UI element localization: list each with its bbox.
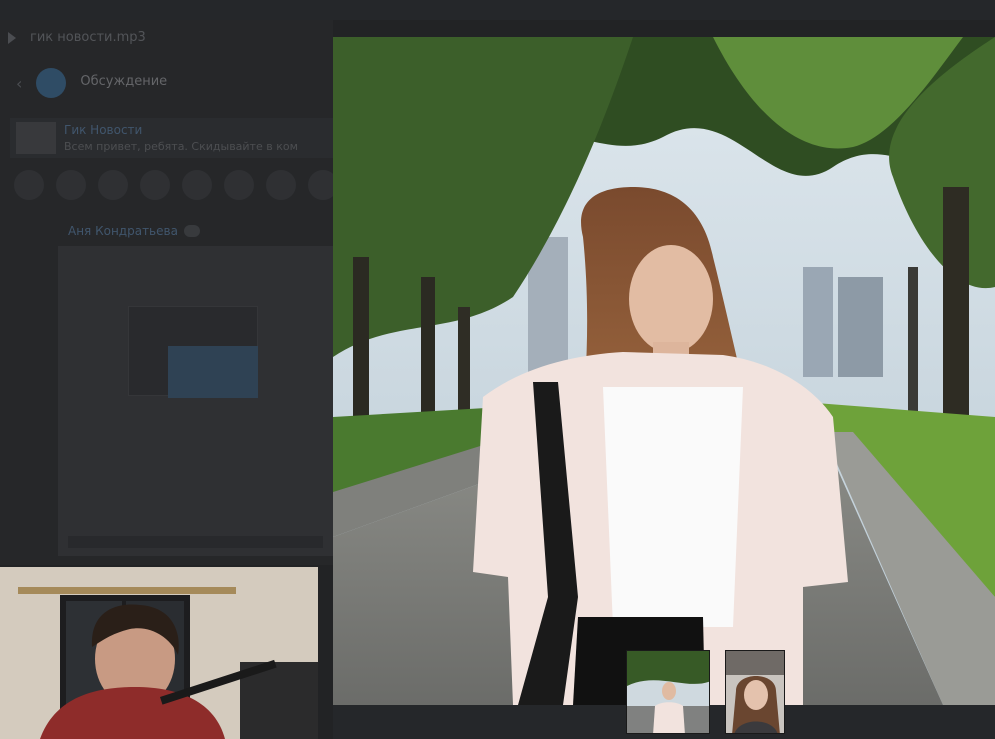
thumbnail-1-scene xyxy=(627,651,709,733)
message-author-name: Аня Кондратьева xyxy=(68,224,178,238)
thumbnail-2-scene xyxy=(726,651,784,733)
reaction-avatar[interactable] xyxy=(266,170,296,200)
chat-panel: гик новости.mp3 ‹ Обсуждение Гик Новости… xyxy=(0,20,333,565)
media-screen xyxy=(168,346,258,398)
pinned-thumbnail xyxy=(16,122,56,154)
reaction-avatar[interactable] xyxy=(98,170,128,200)
now-playing-bar[interactable]: гик новости.mp3 xyxy=(8,30,146,45)
author-badge-icon xyxy=(183,225,200,237)
main-video-scene xyxy=(333,37,995,705)
message-author[interactable]: Аня Кондратьева xyxy=(68,224,200,238)
reaction-avatar[interactable] xyxy=(14,170,44,200)
self-camera-scene xyxy=(0,567,318,739)
pinned-text: Всем привет, ребята. Скидывайте в ком xyxy=(64,140,298,153)
pinned-message[interactable]: Гик Новости Всем привет, ребята. Скидыва… xyxy=(10,118,333,158)
top-bar xyxy=(0,0,995,20)
pinned-title: Гик Новости xyxy=(64,123,143,137)
reaction-avatar[interactable] xyxy=(224,170,254,200)
back-arrow-icon[interactable]: ‹ xyxy=(16,74,22,93)
message-media[interactable] xyxy=(58,246,333,556)
reaction-avatar[interactable] xyxy=(140,170,170,200)
participant-thumbnail-2[interactable] xyxy=(725,650,785,734)
main-participant-video[interactable] xyxy=(333,37,995,705)
participant-thumbnail-1[interactable] xyxy=(626,650,710,734)
reaction-avatar[interactable] xyxy=(308,170,333,200)
thread-title: Обсуждение xyxy=(80,73,168,89)
reaction-row xyxy=(14,170,333,200)
self-camera-view[interactable] xyxy=(0,567,318,739)
reaction-avatar[interactable] xyxy=(56,170,86,200)
play-icon[interactable] xyxy=(8,31,16,44)
now-playing-title: гик новости.mp3 xyxy=(30,30,146,45)
thread-avatar xyxy=(36,68,67,98)
thread-header[interactable]: ‹ Обсуждение xyxy=(16,68,167,98)
reaction-avatar[interactable] xyxy=(182,170,212,200)
media-controls xyxy=(68,536,323,548)
